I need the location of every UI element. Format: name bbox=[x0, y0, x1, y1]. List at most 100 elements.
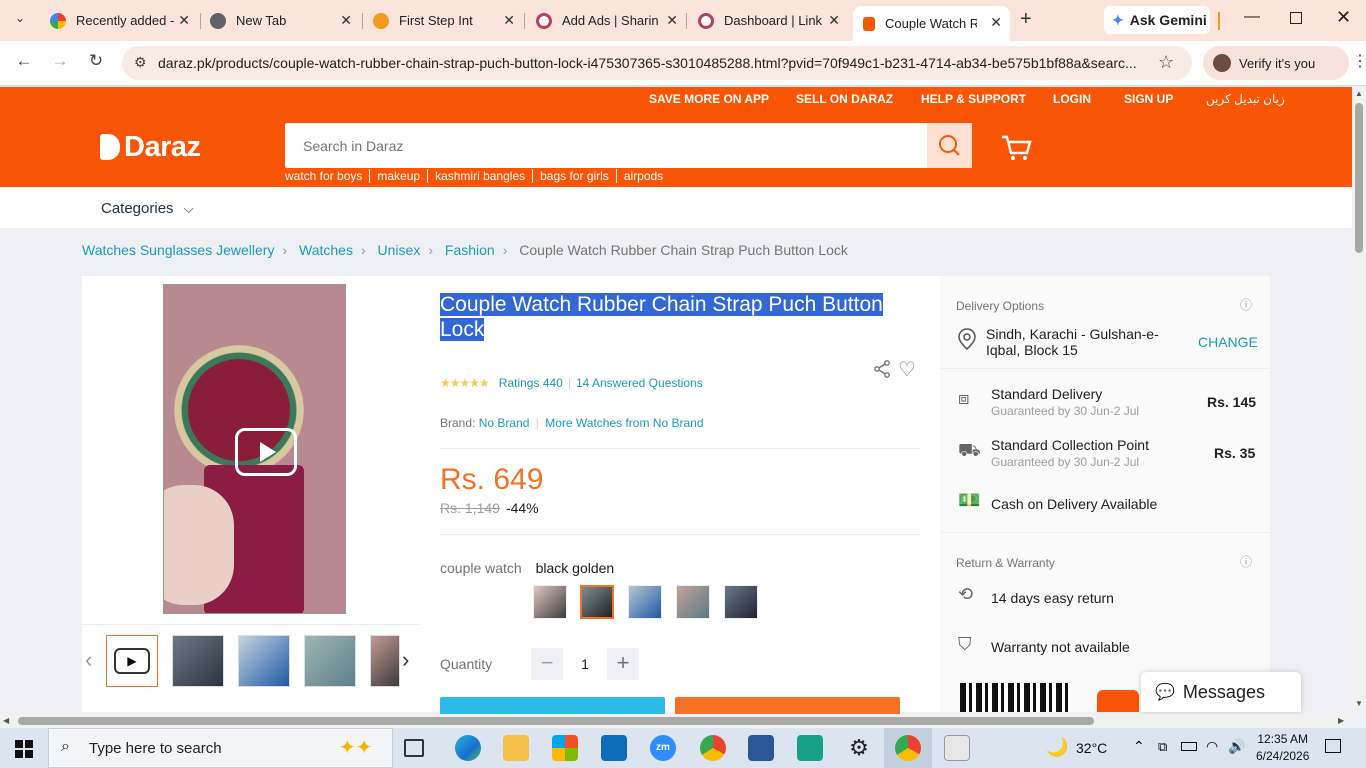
cart-icon[interactable] bbox=[1000, 134, 1032, 162]
vertical-scrollbar[interactable]: ▲ ▼ bbox=[1352, 87, 1366, 714]
sell-on-daraz-link[interactable]: SELL ON DARAZ bbox=[796, 92, 893, 106]
tab-dashboard[interactable]: Dashboard | Link ✕ bbox=[688, 6, 848, 35]
menu-kebab-icon[interactable]: ⋮ bbox=[1352, 51, 1366, 71]
breadcrumb-link[interactable]: Watches bbox=[299, 242, 353, 258]
outlook-icon[interactable] bbox=[601, 735, 627, 761]
chrome-active-icon[interactable] bbox=[895, 735, 921, 761]
hotword-link[interactable]: airpods bbox=[615, 169, 670, 183]
play-video-button[interactable] bbox=[235, 428, 297, 476]
back-arrow-icon[interactable]: ← bbox=[12, 51, 36, 71]
answered-questions-link[interactable]: 14 Answered Questions bbox=[576, 376, 703, 390]
tab-recently-added[interactable]: Recently added - ✕ bbox=[40, 6, 198, 35]
word-icon[interactable] bbox=[748, 735, 774, 761]
tray-network-icon[interactable]: ⧉ bbox=[1158, 739, 1167, 755]
taskbar-search-input[interactable]: ⌕ Type here to search ✦✦ bbox=[48, 728, 393, 768]
scrollbar-thumb[interactable] bbox=[18, 717, 1094, 725]
product-thumbnail[interactable] bbox=[172, 635, 224, 687]
zoom-icon[interactable]: zm bbox=[650, 735, 676, 761]
tab-first-step[interactable]: First Step Int ✕ bbox=[363, 6, 523, 35]
chevron-left-icon[interactable]: ‹ bbox=[85, 647, 92, 673]
info-icon[interactable]: ⓘ bbox=[1240, 296, 1252, 313]
url-text[interactable]: daraz.pk/products/couple-watch-rubber-ch… bbox=[158, 55, 1148, 71]
tab-couple-watch[interactable]: Couple Watch Ru ✕ bbox=[853, 6, 1010, 41]
bookmark-star-icon[interactable]: ☆ bbox=[1158, 52, 1174, 73]
settings-gear-icon[interactable]: ⚙ bbox=[846, 735, 872, 761]
forward-arrow-icon[interactable]: → bbox=[48, 51, 72, 71]
color-swatch[interactable] bbox=[724, 585, 758, 619]
verify-profile-button[interactable]: Verify it's you bbox=[1203, 46, 1349, 80]
add-to-cart-button[interactable] bbox=[675, 697, 900, 714]
task-view-icon[interactable] bbox=[404, 739, 424, 757]
breadcrumb-link[interactable]: Watches Sunglasses Jewellery bbox=[82, 242, 274, 258]
close-icon[interactable]: ✕ bbox=[503, 12, 515, 29]
close-icon[interactable]: ✕ bbox=[178, 12, 190, 29]
edge-icon[interactable] bbox=[455, 735, 481, 761]
product-main-image[interactable] bbox=[163, 284, 346, 614]
battery-icon[interactable] bbox=[1181, 742, 1197, 751]
calendar-app-icon[interactable] bbox=[797, 735, 823, 761]
temperature-text[interactable]: 32°C bbox=[1076, 740, 1107, 756]
scrollbar-down-arrow-icon[interactable]: ▼ bbox=[1355, 699, 1363, 708]
tray-chevron-up-icon[interactable]: ⌃ bbox=[1133, 738, 1145, 755]
tab-add-ads[interactable]: Add Ads | Sharin ✕ bbox=[526, 6, 686, 35]
save-more-on-app-link[interactable]: SAVE MORE ON APP bbox=[649, 92, 769, 106]
close-icon[interactable]: ✕ bbox=[340, 12, 352, 29]
product-thumbnail[interactable] bbox=[370, 635, 400, 687]
scrollbar-right-arrow-icon[interactable]: ▶ bbox=[1338, 716, 1344, 725]
restore-icon[interactable] bbox=[1290, 12, 1302, 24]
color-swatch[interactable] bbox=[533, 585, 567, 619]
video-thumbnail[interactable]: ▶ bbox=[106, 635, 158, 687]
scrollbar-up-arrow-icon[interactable]: ▲ bbox=[1355, 89, 1363, 98]
file-explorer-icon[interactable] bbox=[503, 735, 529, 761]
chrome-icon[interactable] bbox=[700, 735, 726, 761]
product-thumbnail[interactable] bbox=[238, 635, 290, 687]
notifications-icon[interactable] bbox=[1325, 739, 1341, 753]
java-icon[interactable] bbox=[944, 735, 970, 761]
close-icon[interactable]: ✕ bbox=[828, 12, 840, 29]
share-icon[interactable] bbox=[873, 360, 891, 378]
scrollbar-left-arrow-icon[interactable]: ◀ bbox=[3, 716, 9, 725]
categories-menu[interactable]: Categories ⌵ bbox=[101, 200, 194, 217]
hotword-link[interactable]: watch for boys bbox=[285, 169, 369, 183]
reload-icon[interactable]: ↻ bbox=[84, 51, 108, 71]
search-input[interactable] bbox=[285, 123, 925, 168]
breadcrumb-link[interactable]: Fashion bbox=[445, 242, 495, 258]
site-settings-icon[interactable]: ⚙ bbox=[134, 54, 147, 71]
tab-search-icon[interactable]: ⌄ bbox=[10, 11, 30, 31]
close-icon[interactable]: ✕ bbox=[990, 14, 1002, 31]
info-icon[interactable]: ⓘ bbox=[1240, 553, 1252, 570]
horizontal-scrollbar[interactable]: ◀ ▶ bbox=[0, 714, 1352, 728]
ratings-link[interactable]: Ratings 440 bbox=[499, 376, 563, 390]
new-tab-plus-icon[interactable]: + bbox=[1020, 8, 1032, 31]
color-swatch[interactable] bbox=[628, 585, 662, 619]
quantity-input[interactable]: 1 bbox=[575, 656, 595, 672]
hotword-link[interactable]: makeup bbox=[369, 169, 427, 183]
volume-icon[interactable]: 🔊 bbox=[1228, 738, 1245, 755]
scrollbar-thumb[interactable] bbox=[1355, 103, 1363, 253]
search-button[interactable] bbox=[927, 123, 972, 168]
minimize-icon[interactable]: — bbox=[1244, 8, 1260, 26]
system-clock[interactable]: 12:35 AM 6/24/2026 bbox=[1256, 731, 1309, 765]
ask-gemini-button[interactable]: ✦ Ask Gemini bbox=[1104, 6, 1210, 34]
buy-now-button[interactable] bbox=[440, 697, 665, 714]
chevron-right-icon[interactable]: › bbox=[402, 647, 409, 673]
hotword-link[interactable]: kashmiri bangles bbox=[427, 169, 532, 183]
quantity-increase-button[interactable]: + bbox=[607, 648, 639, 680]
tab-new-tab[interactable]: New Tab ✕ bbox=[200, 6, 360, 35]
windows-start-icon[interactable] bbox=[15, 740, 33, 758]
color-swatch[interactable] bbox=[676, 585, 710, 619]
wifi-icon[interactable]: ◠ bbox=[1206, 738, 1218, 755]
daraz-logo[interactable]: Daraz bbox=[100, 131, 201, 164]
more-from-brand-link[interactable]: More Watches from No Brand bbox=[545, 416, 703, 430]
messages-button[interactable]: 💬 Messages bbox=[1141, 672, 1301, 712]
close-window-icon[interactable]: ✕ bbox=[1336, 7, 1351, 28]
language-switch-link[interactable]: زبان تبدیل کریں bbox=[1206, 92, 1285, 106]
microsoft-store-icon[interactable] bbox=[552, 735, 578, 761]
wishlist-heart-icon[interactable]: ♡ bbox=[898, 357, 916, 382]
color-swatch-selected[interactable] bbox=[580, 585, 614, 619]
hotword-link[interactable]: bags for girls bbox=[532, 169, 616, 183]
breadcrumb-link[interactable]: Unisex bbox=[378, 242, 421, 258]
signup-link[interactable]: SIGN UP bbox=[1124, 92, 1173, 106]
help-support-link[interactable]: HELP & SUPPORT bbox=[921, 92, 1026, 106]
quantity-decrease-button[interactable]: − bbox=[531, 648, 563, 680]
